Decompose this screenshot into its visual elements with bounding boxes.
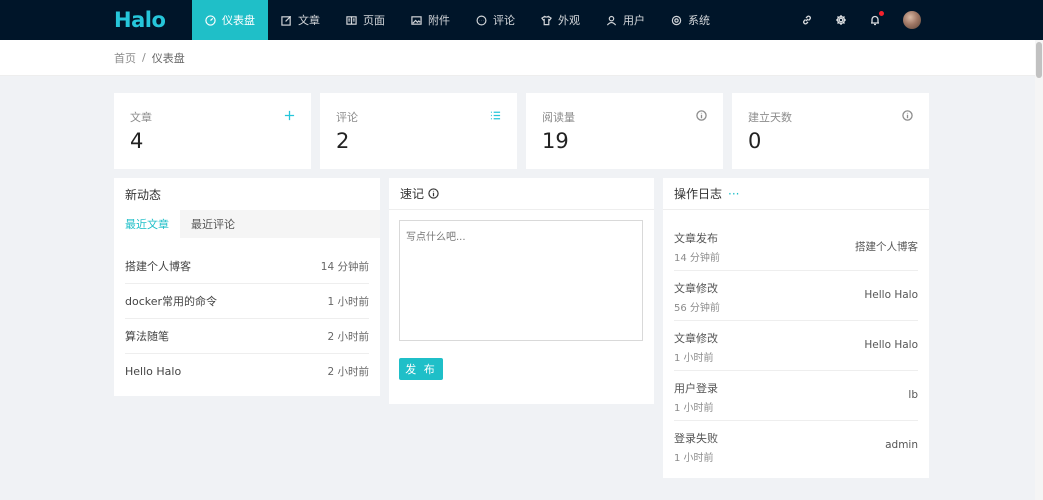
setting-icon	[671, 15, 682, 25]
notification-bell-icon[interactable]	[869, 11, 884, 26]
page-scrollbar[interactable]	[1035, 40, 1043, 500]
stat-label: 文章	[130, 111, 152, 124]
dashboard-icon	[205, 14, 216, 26]
log-title: 操作日志	[674, 187, 723, 201]
more-icon[interactable]: ···	[728, 187, 739, 201]
top-navigation-bar: Halo 仪表盘 文章 页面 附件 评论 外观 用户 系统	[0, 0, 1043, 40]
nav-item-attachments[interactable]: 附件	[398, 0, 463, 40]
post-time: 1 小时前	[327, 295, 369, 308]
log-content: admin	[885, 439, 918, 451]
log-type: 登录失败	[674, 432, 718, 445]
log-content: Hello Halo	[864, 289, 918, 301]
nav-item-pages[interactable]: 页面	[333, 0, 398, 40]
user-icon	[606, 15, 617, 25]
notification-badge	[879, 11, 884, 16]
nav-item-appearance[interactable]: 外观	[528, 0, 593, 40]
list-item[interactable]: Hello Halo 2 小时前	[125, 354, 369, 389]
nav-item-system[interactable]: 系统	[658, 0, 723, 40]
log-type: 用户登录	[674, 382, 718, 395]
memo-textarea[interactable]	[399, 220, 643, 341]
stat-label: 建立天数	[748, 111, 792, 124]
nav-item-comments[interactable]: 评论	[463, 0, 528, 40]
stat-card-views: 阅读量 19	[526, 93, 723, 169]
tab-recent-comments[interactable]: 最近评论	[180, 210, 246, 238]
breadcrumb-home[interactable]: 首页	[114, 50, 136, 66]
stat-value: 19	[542, 129, 569, 153]
stat-card-comments: 评论 2	[320, 93, 517, 169]
list-item: 文章发布 14 分钟前 搭建个人博客	[674, 221, 918, 271]
list-item: 用户登录 1 小时前 lb	[674, 371, 918, 421]
list-item[interactable]: docker常用的命令 1 小时前	[125, 284, 369, 319]
stat-value: 0	[748, 129, 762, 153]
recent-posts-list: 搭建个人博客 14 分钟前 docker常用的命令 1 小时前 算法随笔 2 小…	[114, 238, 380, 389]
post-title: 搭建个人博客	[125, 260, 191, 273]
picture-icon	[411, 15, 422, 25]
nav-item-dashboard[interactable]: 仪表盘	[192, 0, 268, 40]
log-time: 1 小时前	[674, 453, 714, 464]
memo-panel: 速记 发 布	[389, 178, 654, 404]
list-item: 文章修改 1 小时前 Hello Halo	[674, 321, 918, 371]
log-content: 搭建个人博客	[855, 241, 918, 253]
activity-tabs: 最近文章 最近评论	[114, 210, 380, 238]
tabs-filler	[246, 210, 380, 238]
post-title: 算法随笔	[125, 330, 169, 343]
breadcrumb-separator: /	[142, 51, 146, 64]
plus-icon[interactable]	[284, 110, 295, 121]
list-icon[interactable]	[490, 110, 501, 121]
stat-card-posts: 文章 4	[114, 93, 311, 169]
list-item: 文章修改 56 分钟前 Hello Halo	[674, 271, 918, 321]
skin-icon	[541, 15, 552, 25]
edit-icon	[281, 15, 292, 26]
memo-title: 速记	[400, 187, 425, 201]
read-icon	[346, 15, 357, 25]
post-title: docker常用的命令	[125, 295, 218, 308]
post-title: Hello Halo	[125, 365, 182, 378]
info-circle-icon[interactable]	[428, 188, 439, 199]
log-type: 文章修改	[674, 282, 718, 295]
breadcrumb-current: 仪表盘	[151, 51, 185, 65]
nav-item-posts[interactable]: 文章	[268, 0, 333, 40]
log-time: 56 分钟前	[674, 303, 720, 314]
info-circle-icon[interactable]	[902, 110, 913, 121]
log-panel-header: 操作日志 ···	[663, 178, 929, 210]
settings-gear-icon[interactable]	[835, 14, 847, 26]
log-list: 文章发布 14 分钟前 搭建个人博客 文章修改 56 分钟前 Hello Hal…	[663, 210, 929, 471]
publish-button[interactable]: 发 布	[399, 358, 443, 380]
stat-value: 2	[336, 129, 350, 153]
info-circle-icon[interactable]	[696, 110, 707, 121]
activity-panel-title: 新动态	[125, 187, 162, 202]
log-time: 1 小时前	[674, 403, 714, 414]
operation-log-panel: 操作日志 ··· 文章发布 14 分钟前 搭建个人博客 文章修改 56 分钟前 …	[663, 178, 929, 478]
log-content: Hello Halo	[864, 339, 918, 351]
log-time: 14 分钟前	[674, 253, 720, 264]
log-content: lb	[908, 389, 918, 401]
log-type: 文章发布	[674, 232, 718, 245]
post-time: 14 分钟前	[320, 260, 369, 273]
scrollbar-thumb[interactable]	[1036, 42, 1042, 78]
post-time: 2 小时前	[327, 330, 369, 343]
breadcrumb: 首页 / 仪表盘	[0, 40, 1043, 76]
halo-logo[interactable]: Halo	[0, 0, 192, 40]
list-item: 登录失败 1 小时前 admin	[674, 421, 918, 471]
activity-panel: 新动态 最近文章 最近评论 搭建个人博客 14 分钟前 docker常用的命令 …	[114, 178, 380, 396]
stat-label: 评论	[336, 111, 358, 124]
stat-card-days: 建立天数 0	[732, 93, 929, 169]
main-nav: 仪表盘 文章 页面 附件 评论 外观 用户 系统	[192, 0, 723, 40]
list-item[interactable]: 算法随笔 2 小时前	[125, 319, 369, 354]
header-tools	[801, 0, 921, 40]
stat-value: 4	[130, 129, 144, 153]
link-icon[interactable]	[801, 14, 813, 26]
stat-label: 阅读量	[542, 111, 575, 124]
list-item[interactable]: 搭建个人博客 14 分钟前	[125, 249, 369, 284]
message-icon	[476, 15, 487, 25]
nav-item-users[interactable]: 用户	[593, 0, 658, 40]
user-avatar[interactable]	[903, 11, 921, 29]
post-time: 2 小时前	[327, 366, 369, 378]
log-time: 1 小时前	[674, 353, 714, 364]
log-type: 文章修改	[674, 332, 718, 345]
memo-panel-header: 速记	[389, 178, 654, 210]
tab-recent-posts[interactable]: 最近文章	[114, 210, 180, 238]
